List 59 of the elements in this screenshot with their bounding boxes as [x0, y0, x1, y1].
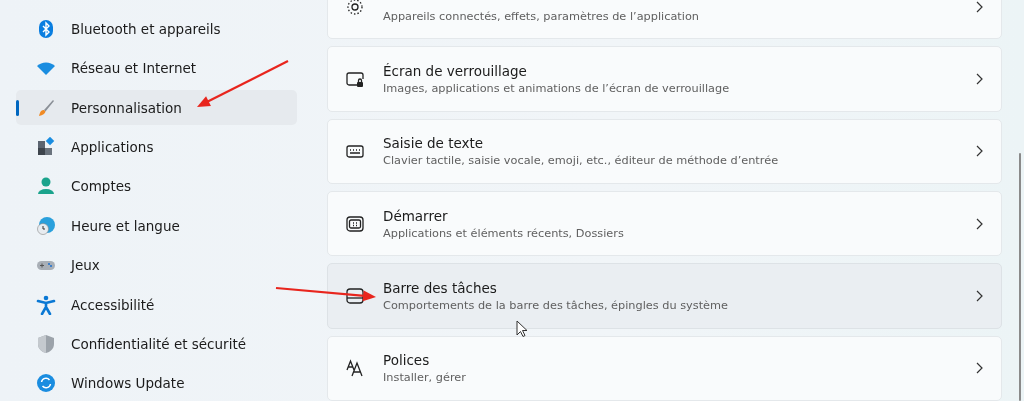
apps-icon: [36, 136, 56, 157]
settings-card[interactable]: Appareils connectés, effets, paramètres de l’application: [327, 0, 1002, 40]
sidebar-label: Réseau et Internet: [71, 60, 197, 77]
sidebar-item[interactable]: Windows Update: [16, 365, 297, 401]
sidebar-label: Heure et langue: [71, 217, 180, 234]
setting-title: Démarrer: [383, 207, 449, 224]
sidebar-label: Applications: [71, 138, 154, 155]
accessibility-icon: [36, 294, 56, 315]
settings-card[interactable]: Barre des tâches Comportements de la barre des tâches, épingles du système: [327, 263, 1002, 329]
setting-description: Comportements de la barre des tâches, épingles du système: [383, 298, 729, 312]
sidebar-item[interactable]: Applications: [16, 129, 297, 165]
sidebar-item[interactable]: Réseau et Internet: [16, 50, 297, 86]
settings-card[interactable]: Saisie de texte Clavier tactile, saisie vocale, emoji, etc., éditeur de méthode d’entrée: [327, 118, 1002, 184]
sidebar-item[interactable]: Confidentialité et sécurité: [16, 326, 297, 362]
sidebar-item[interactable]: Jeux: [16, 247, 297, 283]
sidebar-label: Confidentialité et sécurité: [71, 335, 246, 352]
setting-description: Appareils connectés, effets, paramètres de l’application: [383, 10, 700, 24]
clock-globe-icon: [36, 215, 56, 236]
lock-screen-icon: [345, 69, 365, 89]
sidebar-label: Jeux: [71, 257, 100, 274]
scrollbar[interactable]: [1019, 153, 1021, 401]
sidebar-label: Accessibilité: [71, 296, 155, 313]
account-icon: [36, 176, 56, 197]
sidebar-item[interactable]: Heure et langue: [16, 208, 297, 244]
chevron-right-icon: [975, 217, 983, 230]
sidebar-item[interactable]: Bluetooth et appareils: [16, 11, 297, 47]
sidebar-label: Bluetooth et appareils: [71, 20, 221, 37]
light-icon: [345, 0, 365, 17]
settings-card[interactable]: Démarrer Applications et éléments récents, Dossiers: [327, 191, 1002, 257]
setting-title: Polices: [383, 352, 431, 369]
sidebar-item[interactable]: Personnalisation: [16, 89, 297, 126]
setting-title: Barre des tâches: [383, 279, 498, 296]
chevron-right-icon: [975, 0, 983, 13]
settings-card[interactable]: Polices Installer, gérer: [327, 335, 1002, 401]
sidebar-label: Personnalisation: [71, 99, 182, 116]
settings-card[interactable]: Écran de verrouillage Images, applications et animations de l’écran de verrouillage: [327, 46, 1002, 112]
setting-description: Installer, gérer: [383, 371, 467, 385]
cursor-icon: [516, 320, 528, 337]
sidebar-label: Windows Update: [71, 375, 185, 392]
update-icon: [36, 373, 56, 394]
selection-indicator: [16, 99, 19, 116]
setting-title: Écran de verrouillage: [383, 63, 528, 79]
setting-description: Images, applications et animations de l’écran de verrouillage: [383, 82, 731, 95]
chevron-right-icon: [975, 289, 983, 302]
sidebar-item[interactable]: Comptes: [16, 168, 297, 205]
sidebar-label: Comptes: [71, 178, 132, 195]
bluetooth-icon: [36, 18, 56, 39]
setting-title: Saisie de texte: [383, 135, 485, 152]
taskbar-icon: [345, 285, 365, 306]
setting-description: Clavier tactile, saisie vocale, emoji, etc., éditeur de méthode d’entrée: [383, 154, 780, 168]
chevron-right-icon: [975, 362, 983, 375]
shield-icon: [36, 333, 56, 354]
sidebar-item[interactable]: Accessibilité: [16, 286, 297, 323]
setting-description: Applications et éléments récents, Dossiers: [383, 226, 625, 240]
paintbrush-icon: [36, 97, 56, 118]
font-icon: [345, 358, 365, 379]
start-menu-icon: [345, 213, 365, 234]
chevron-right-icon: [975, 73, 983, 85]
chevron-right-icon: [975, 145, 983, 158]
